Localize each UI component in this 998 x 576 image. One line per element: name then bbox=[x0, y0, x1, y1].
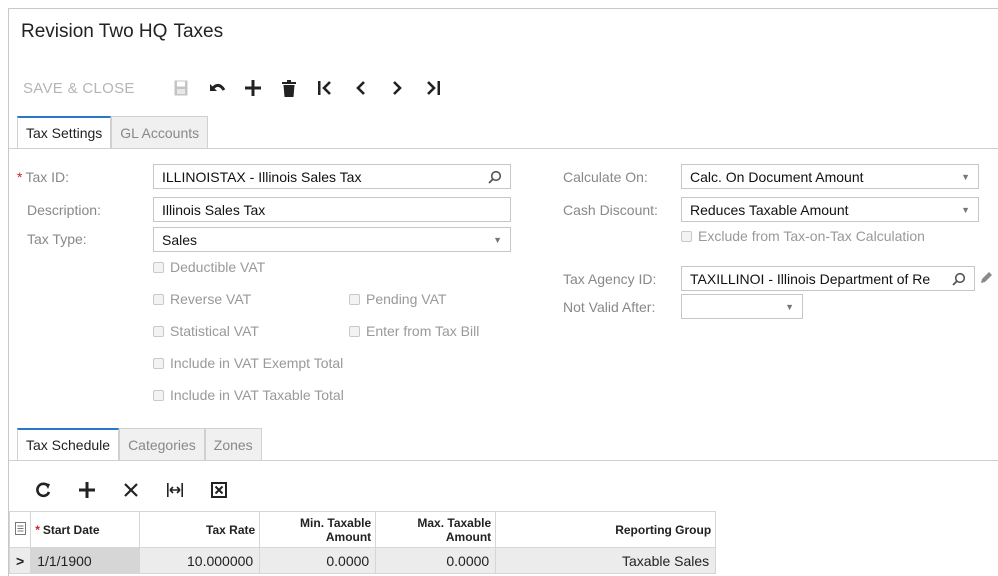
grid-header-row: * Start Date Tax Rate Min. Taxable Amount … bbox=[9, 511, 717, 548]
page-title: Revision Two HQ Taxes bbox=[21, 21, 223, 43]
tax-id-field[interactable]: ILLINOISTAX - Illinois Sales Tax bbox=[153, 164, 511, 189]
tax-agency-label: Tax Agency ID: bbox=[563, 271, 657, 287]
not-valid-after-label: Not Valid After: bbox=[563, 299, 656, 315]
tax-agency-field[interactable]: TAXILLINOI - Illinois Department of Re bbox=[681, 266, 975, 291]
form-frame: Revision Two HQ Taxes SAVE & CLOSE Tax Se… bbox=[8, 8, 998, 576]
min-amount-cell[interactable]: 0.0000 bbox=[259, 547, 377, 574]
screen-name: Taxes bbox=[173, 21, 224, 42]
delete-icon[interactable] bbox=[271, 73, 307, 103]
chevron-down-icon: ▼ bbox=[961, 204, 970, 215]
checkbox-box[interactable] bbox=[153, 325, 164, 337]
tab-tax-settings[interactable]: Tax Settings bbox=[17, 116, 112, 148]
include-vat-taxable-checkbox[interactable]: Include in VAT Taxable Total bbox=[153, 387, 344, 403]
tax-id-label: * Tax ID: bbox=[17, 169, 70, 185]
checkbox-box[interactable] bbox=[153, 261, 164, 273]
delete-row-icon[interactable] bbox=[109, 475, 153, 505]
tax-schedule-grid: * Start Date Tax Rate Min. Taxable Amount … bbox=[9, 511, 717, 574]
checkbox-box[interactable] bbox=[153, 389, 164, 401]
first-record-icon[interactable] bbox=[307, 73, 343, 103]
previous-record-icon[interactable] bbox=[343, 73, 379, 103]
tax-type-select[interactable]: Sales ▼ bbox=[153, 227, 511, 252]
tax-rate-header[interactable]: Tax Rate bbox=[139, 511, 261, 548]
fit-columns-icon[interactable] bbox=[153, 475, 197, 505]
next-record-icon[interactable] bbox=[379, 73, 415, 103]
max-taxable-header[interactable]: Max. Taxable Amount bbox=[375, 511, 497, 548]
deductible-vat-checkbox[interactable]: Deductible VAT bbox=[153, 259, 265, 275]
pencil-icon[interactable] bbox=[979, 271, 993, 285]
min-taxable-header[interactable]: Min. Taxable Amount bbox=[259, 511, 377, 548]
search-icon[interactable] bbox=[488, 170, 502, 184]
add-icon[interactable] bbox=[235, 73, 271, 103]
start-date-header[interactable]: * Start Date bbox=[30, 511, 141, 548]
export-excel-icon[interactable] bbox=[197, 475, 241, 505]
detail-tabs: Tax Schedule Categories Zones bbox=[17, 428, 262, 460]
tab-zones[interactable]: Zones bbox=[204, 428, 262, 460]
start-date-cell[interactable]: 1/1/1900 bbox=[30, 547, 141, 574]
company-name: Revision Two HQ bbox=[21, 21, 168, 42]
save-close-button[interactable]: SAVE & CLOSE bbox=[23, 80, 135, 97]
checkbox-box[interactable] bbox=[349, 325, 360, 337]
calculate-on-select[interactable]: Calc. On Document Amount ▼ bbox=[681, 164, 979, 189]
checkbox-box[interactable] bbox=[681, 230, 692, 242]
grid-toolbar bbox=[21, 475, 241, 505]
tax-type-label: Tax Type: bbox=[27, 231, 87, 247]
tab-gl-accounts[interactable]: GL Accounts bbox=[111, 116, 209, 148]
exclude-tax-on-tax-checkbox[interactable]: Exclude from Tax-on-Tax Calculation bbox=[681, 228, 925, 244]
chevron-down-icon: ▼ bbox=[493, 234, 502, 245]
file-icon bbox=[14, 521, 26, 535]
reporting-group-header[interactable]: Reporting Group bbox=[495, 511, 717, 548]
save-icon[interactable] bbox=[163, 73, 199, 103]
table-row[interactable]: > 1/1/1900 10.000000 0.0000 0.0000 Taxab… bbox=[9, 547, 717, 574]
include-vat-exempt-checkbox[interactable]: Include in VAT Exempt Total bbox=[153, 355, 343, 371]
cash-discount-select[interactable]: Reduces Taxable Amount ▼ bbox=[681, 197, 979, 222]
reverse-vat-checkbox[interactable]: Reverse VAT bbox=[153, 291, 251, 307]
tabs-divider bbox=[9, 148, 998, 149]
cash-discount-label: Cash Discount: bbox=[563, 202, 658, 218]
description-field[interactable]: Illinois Sales Tax bbox=[153, 197, 511, 222]
checkbox-box[interactable] bbox=[153, 357, 164, 369]
search-icon[interactable] bbox=[952, 272, 966, 286]
pending-vat-checkbox[interactable]: Pending VAT bbox=[349, 291, 446, 307]
statistical-vat-checkbox[interactable]: Statistical VAT bbox=[153, 323, 259, 339]
refresh-icon[interactable] bbox=[21, 475, 65, 505]
add-row-icon[interactable] bbox=[65, 475, 109, 505]
tax-rate-cell[interactable]: 10.000000 bbox=[139, 547, 261, 574]
main-toolbar: SAVE & CLOSE bbox=[23, 73, 451, 103]
description-label: Description: bbox=[27, 202, 101, 218]
tab-tax-schedule[interactable]: Tax Schedule bbox=[17, 428, 120, 460]
row-marker[interactable]: > bbox=[9, 547, 32, 574]
max-amount-cell[interactable]: 0.0000 bbox=[375, 547, 497, 574]
enter-from-tax-bill-checkbox[interactable]: Enter from Tax Bill bbox=[349, 323, 479, 339]
row-selector-header[interactable] bbox=[9, 511, 32, 548]
last-record-icon[interactable] bbox=[415, 73, 451, 103]
not-valid-after-field[interactable]: ▼ bbox=[681, 294, 803, 319]
detail-tabs-divider bbox=[9, 460, 998, 461]
chevron-down-icon: ▼ bbox=[961, 171, 970, 182]
checkbox-box[interactable] bbox=[349, 293, 360, 305]
checkbox-box[interactable] bbox=[153, 293, 164, 305]
calculate-on-label: Calculate On: bbox=[563, 169, 648, 185]
reporting-group-cell[interactable]: Taxable Sales bbox=[495, 547, 717, 574]
main-tabs: Tax Settings GL Accounts bbox=[17, 116, 209, 148]
undo-icon[interactable] bbox=[199, 73, 235, 103]
tab-categories[interactable]: Categories bbox=[119, 428, 205, 460]
chevron-down-icon: ▼ bbox=[785, 301, 794, 312]
